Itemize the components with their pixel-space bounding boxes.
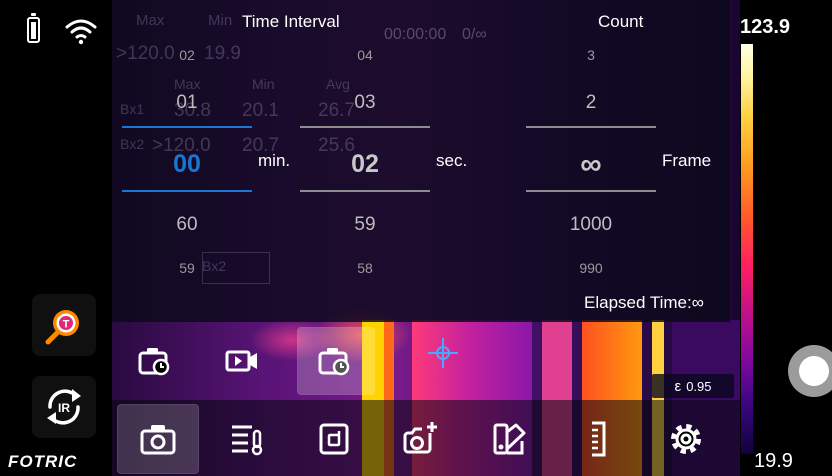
count-option[interactable]: 3 <box>526 47 656 63</box>
bg-header-max: Max <box>174 76 201 92</box>
bg-record-time: 00:00:00 <box>384 26 447 43</box>
seconds-select-line-bottom <box>300 190 430 192</box>
count-option[interactable]: 990 <box>526 260 656 276</box>
camera-plus-icon <box>403 422 437 454</box>
fotric-search-icon: T <box>45 310 79 345</box>
settings-tool-button[interactable] <box>646 405 726 473</box>
minutes-selected[interactable]: 00 <box>122 150 252 179</box>
minutes-option[interactable]: 01 <box>122 92 252 114</box>
emissivity-symbol: ε <box>674 377 682 395</box>
scale-max-temp[interactable]: 123.9 <box>740 16 790 39</box>
camera-tool-button[interactable] <box>117 404 199 474</box>
palette-tool-button[interactable] <box>470 405 550 473</box>
minutes-unit: min. <box>258 151 291 170</box>
timed-capture-mode-button[interactable] <box>297 327 375 395</box>
temperature-scale-bar[interactable] <box>741 44 753 454</box>
count-title: Count <box>598 12 644 31</box>
seconds-selected[interactable]: 02 <box>300 150 430 179</box>
emissivity-value: 0.95 <box>686 378 712 394</box>
count-select-line-bottom <box>526 190 656 192</box>
range-tool-button[interactable] <box>558 405 638 473</box>
bg-max-label: Max <box>136 12 165 29</box>
count-option[interactable]: 2 <box>526 92 656 114</box>
thermal-camera-app: Max Min >120.0 19.9 00:00:00 0/∞ Max Min… <box>0 0 832 476</box>
bg-header-min: Min <box>252 76 275 92</box>
battery-full-icon <box>27 13 40 43</box>
minutes-option[interactable]: 59 <box>122 260 252 276</box>
camera-icon <box>140 425 176 455</box>
minutes-select-line-bottom <box>122 190 252 192</box>
svg-text:T: T <box>63 319 70 331</box>
minutes-select-line-top <box>122 126 252 128</box>
seconds-option[interactable]: 03 <box>300 92 430 114</box>
camera-timer-icon <box>318 348 350 376</box>
ir-rotate-icon: IR <box>47 389 81 425</box>
capture-mode-row: ε 0.95 <box>112 322 740 400</box>
image-fusion-tool-button[interactable] <box>294 405 374 473</box>
shutter-button[interactable] <box>788 345 832 397</box>
wifi-icon <box>65 19 97 45</box>
count-unit: Frame <box>662 151 712 170</box>
emissivity-readout[interactable]: ε 0.95 <box>652 374 734 398</box>
seconds-option[interactable]: 04 <box>300 47 430 63</box>
seconds-select-line-top <box>300 126 430 128</box>
bg-header-avg: Avg <box>326 76 350 92</box>
interval-photo-mode-button[interactable] <box>118 328 194 394</box>
minutes-option[interactable]: 60 <box>122 214 252 236</box>
add-analysis-tool-button[interactable] <box>382 405 462 473</box>
scale-min-temp[interactable]: 19.9 <box>754 450 793 473</box>
svg-text:IR: IR <box>58 401 70 415</box>
elapsed-time: Elapsed Time:∞ <box>584 293 704 312</box>
seconds-option[interactable]: 59 <box>300 214 430 236</box>
palette-icon <box>493 423 526 455</box>
analysis-search-button[interactable]: T <box>32 294 96 356</box>
interval-picker-panel: Max Min >120.0 19.9 00:00:00 0/∞ Max Min… <box>112 0 730 322</box>
brand-logo: FOTRIC <box>8 452 78 471</box>
ruler-icon <box>592 421 606 457</box>
minutes-option[interactable]: 02 <box>122 47 252 63</box>
gear-icon <box>671 424 701 454</box>
bottom-toolbar <box>112 400 740 476</box>
list-thermometer-icon <box>232 425 263 456</box>
left-rail: T IR FOTRIC <box>0 0 112 476</box>
ir-switch-button[interactable]: IR <box>32 376 96 438</box>
bg-min-label: Min <box>208 12 233 29</box>
time-interval-title: Time Interval <box>242 12 340 31</box>
count-option[interactable]: 1000 <box>526 214 656 236</box>
seconds-option[interactable]: 58 <box>300 260 430 276</box>
seconds-unit: sec. <box>436 151 468 170</box>
camera-interval-icon <box>138 348 170 376</box>
analysis-list-tool-button[interactable] <box>206 405 286 473</box>
crosshair-icon[interactable] <box>426 336 460 370</box>
count-select-line-top <box>526 126 656 128</box>
video-camera-icon <box>225 350 257 372</box>
video-mode-button[interactable] <box>204 328 280 394</box>
count-selected[interactable]: ∞ <box>526 148 656 182</box>
fusion-icon <box>319 423 349 455</box>
bg-record-count: 0/∞ <box>462 26 487 43</box>
